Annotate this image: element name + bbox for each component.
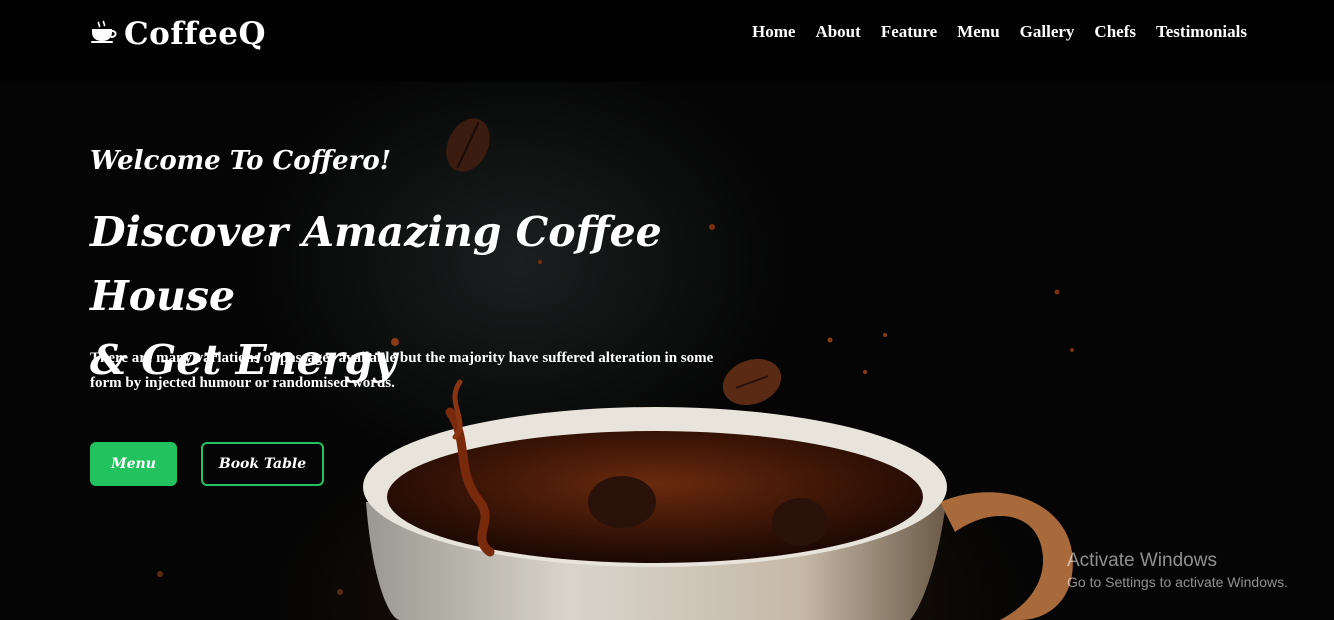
nav-menu[interactable]: Menu <box>957 22 1000 42</box>
book-table-button[interactable]: Book Table <box>201 442 324 486</box>
main-nav: Home About Feature Menu Gallery Chefs Te… <box>752 22 1247 42</box>
activate-windows-watermark: Activate Windows Go to Settings to activ… <box>1067 550 1288 590</box>
hero-welcome: Welcome To Coffero! <box>90 146 392 176</box>
nav-home[interactable]: Home <box>752 22 795 42</box>
brand-name: CoffeeQ <box>124 16 266 52</box>
nav-testimonials[interactable]: Testimonials <box>1156 22 1247 42</box>
top-navbar: CoffeeQ Home About Feature Menu Gallery … <box>0 0 1334 82</box>
nav-about[interactable]: About <box>815 22 860 42</box>
nav-gallery[interactable]: Gallery <box>1020 22 1075 42</box>
brand-logo[interactable]: CoffeeQ <box>90 14 266 54</box>
nav-feature[interactable]: Feature <box>881 22 937 42</box>
watermark-title: Activate Windows <box>1067 550 1217 571</box>
hero-headline-line1: Discover Amazing Coffee House <box>90 208 662 320</box>
coffee-cup-icon <box>90 20 118 48</box>
hero-section: Welcome To Coffero! Discover Amazing Cof… <box>0 82 1334 620</box>
nav-chefs[interactable]: Chefs <box>1094 22 1136 42</box>
hero-description: There are many variations of passages av… <box>90 350 714 391</box>
menu-button[interactable]: Menu <box>90 442 177 486</box>
watermark-subtitle: Go to Settings to activate Windows. <box>1067 574 1288 590</box>
